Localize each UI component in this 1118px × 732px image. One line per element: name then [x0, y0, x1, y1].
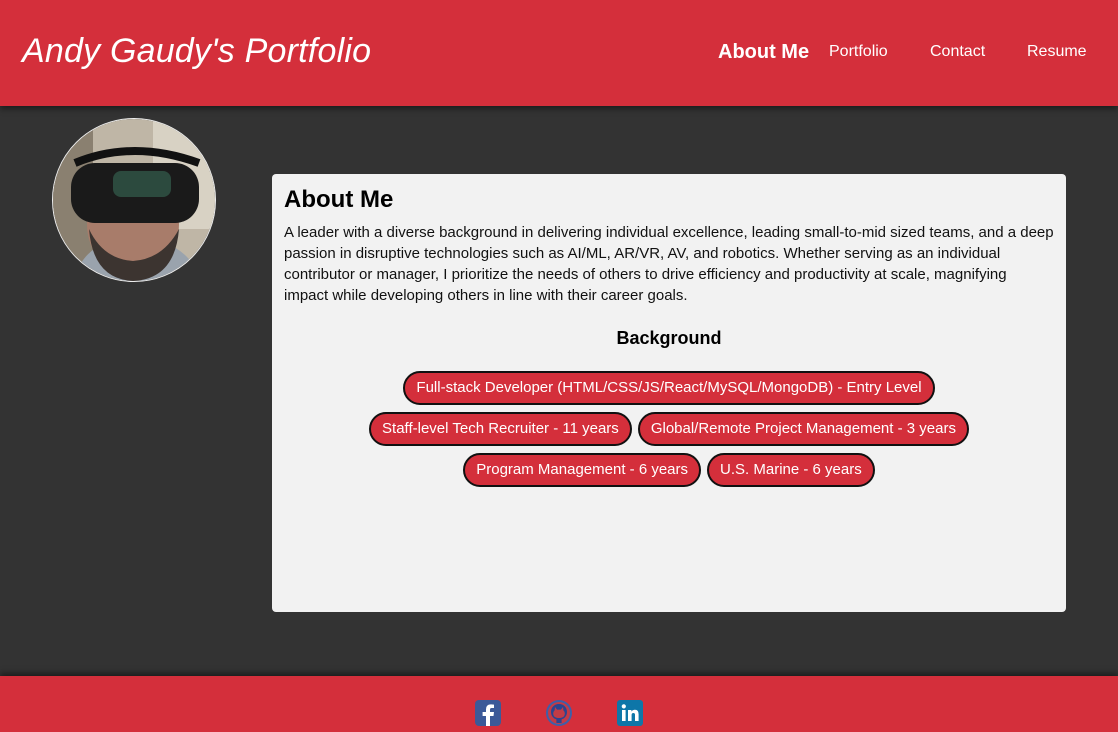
- nav-contact[interactable]: Contact: [930, 43, 985, 61]
- facebook-icon[interactable]: [475, 700, 501, 726]
- nav-portfolio[interactable]: Portfolio: [829, 43, 888, 61]
- about-bio: A leader with a diverse background in de…: [284, 224, 1054, 304]
- avatar: [52, 118, 216, 282]
- github-icon[interactable]: [546, 700, 572, 726]
- site-header: Andy Gaudy's Portfolio About Me Portfoli…: [0, 0, 1118, 106]
- main-nav: About Me Portfolio Contact Resume: [0, 0, 1118, 106]
- nav-resume[interactable]: Resume: [1027, 43, 1087, 61]
- about-heading: About Me: [284, 186, 394, 213]
- badge-recruiter: Staff-level Tech Recruiter - 11 years: [369, 412, 632, 446]
- badge-project-management: Global/Remote Project Management - 3 yea…: [637, 412, 969, 446]
- badge-fullstack: Full-stack Developer (HTML/CSS/JS/React/…: [403, 371, 935, 405]
- linkedin-icon[interactable]: [617, 700, 643, 726]
- site-footer: [0, 676, 1118, 732]
- profile-photo-icon: [53, 119, 215, 281]
- background-heading: Background: [616, 328, 722, 348]
- nav-about-me[interactable]: About Me: [718, 41, 809, 64]
- badge-marine: U.S. Marine - 6 years: [707, 453, 875, 487]
- background-badges: Full-stack Developer (HTML/CSS/JS/React/…: [284, 371, 1054, 487]
- badge-program-management: Program Management - 6 years: [463, 453, 702, 487]
- about-card: About Me A leader with a diverse backgro…: [272, 174, 1066, 612]
